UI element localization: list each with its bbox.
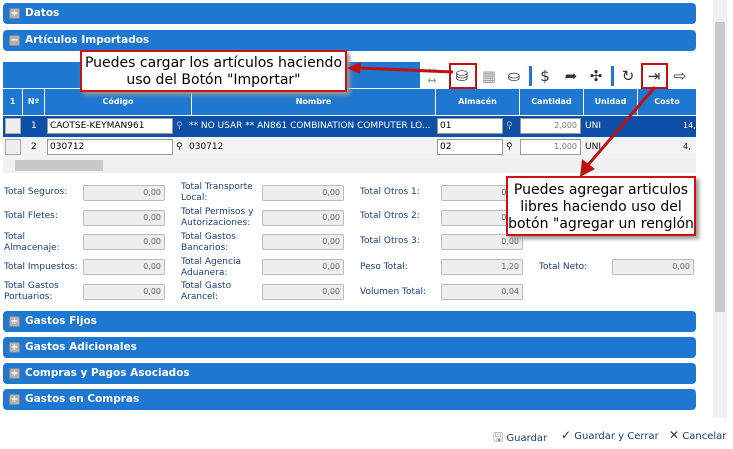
collapse-icon: − xyxy=(9,35,20,46)
total-permisos-field: 0,00 xyxy=(262,210,344,226)
scrollbar-thumb[interactable] xyxy=(715,22,725,312)
section-datos[interactable]: + Datos xyxy=(3,3,696,24)
section-gastos-adicionales[interactable]: + Gastos Adicionales xyxy=(3,337,696,358)
total-fletes-field: 0,00 xyxy=(83,210,165,226)
total-neto-field: 0,00 xyxy=(612,259,694,275)
check-icon: ✓ xyxy=(561,428,572,442)
expand-icon: + xyxy=(9,368,20,379)
vertical-scrollbar[interactable] xyxy=(713,0,727,418)
grid-icon[interactable]: ▦ xyxy=(480,66,498,86)
col-header[interactable]: Nº xyxy=(23,89,45,115)
scrollbar-thumb[interactable] xyxy=(15,160,103,171)
label: Total Gastos Portuarios: xyxy=(4,281,59,302)
puzzle-icon[interactable]: ✣ xyxy=(587,66,605,86)
total-bancarios-field: 0,00 xyxy=(262,234,344,250)
codigo-input[interactable]: CAOTSE-KEYMAN961 xyxy=(47,118,173,134)
costo-text: 4, xyxy=(683,142,691,151)
search-icon[interactable]: ⚲ xyxy=(506,142,513,152)
almacen-input[interactable]: 02 xyxy=(437,139,503,155)
save-close-button[interactable]: ✓ Guardar y Cerrar xyxy=(561,428,659,442)
save-icon: 🖫 xyxy=(493,430,504,444)
label: Total Otros 3: xyxy=(360,236,420,246)
arrow-importar xyxy=(347,62,454,74)
label: Total Impuestos: xyxy=(4,262,78,272)
col-header[interactable]: Almacén xyxy=(436,89,520,115)
dollar-icon[interactable]: $ xyxy=(536,66,554,86)
save-label: Guardar xyxy=(506,433,548,444)
row-number: 2 xyxy=(31,142,37,152)
section-title: Gastos Adicionales xyxy=(25,341,137,353)
nombre-text: 030712 xyxy=(189,142,224,152)
expand-icon: + xyxy=(9,8,20,19)
row-checkbox[interactable] xyxy=(5,118,21,134)
row-number: 1 xyxy=(31,121,37,131)
label: Total Otros 1: xyxy=(360,187,420,197)
almacen-input[interactable]: 01 xyxy=(437,118,503,134)
label: Total Almacenaje: xyxy=(4,232,60,253)
database-icon[interactable]: ⛀ xyxy=(505,66,523,86)
arrow-agregar xyxy=(580,86,657,177)
label: Total Gasto Arancel: xyxy=(181,281,232,302)
total-arancel-field: 0,00 xyxy=(262,284,344,300)
col-header[interactable]: Código xyxy=(45,89,192,115)
search-icon[interactable]: ⚲ xyxy=(506,121,513,131)
search-icon[interactable]: ⚲ xyxy=(176,121,183,131)
section-compras-pagos[interactable]: + Compras y Pagos Asociados xyxy=(3,363,696,384)
codigo-input[interactable]: 030712 xyxy=(47,139,173,155)
section-title: Artículos Importados xyxy=(25,34,150,46)
row-checkbox[interactable] xyxy=(5,139,21,155)
callout-importar: Puedes cargar los artículos haciendo uso… xyxy=(80,50,347,92)
total-seguros-field: 0,00 xyxy=(83,185,165,201)
label: Total Otros 2: xyxy=(360,211,420,221)
label: Total Agencia Aduanera: xyxy=(181,257,241,278)
cancel-button[interactable]: ✕ Cancelar xyxy=(669,428,726,442)
col-header[interactable]: 1 xyxy=(3,89,23,115)
expand-icon: + xyxy=(9,394,20,405)
label: Total Gastos Bancarios: xyxy=(181,232,236,253)
section-articulos[interactable]: − Artículos Importados xyxy=(3,30,696,51)
section-gastos-fijos[interactable]: + Gastos Fijos xyxy=(3,311,696,332)
total-aduanera-field: 0,00 xyxy=(262,259,344,275)
callout-agregar: Puedes agregar articulos libres haciendo… xyxy=(506,176,696,236)
label: Peso Total: xyxy=(360,262,408,272)
total-otros3-field: 0,00 xyxy=(441,234,523,250)
share-arrow-icon[interactable]: ➦ xyxy=(562,66,580,86)
label: Total Permisos y Autorizaciones: xyxy=(181,207,254,228)
section-title: Compras y Pagos Asociados xyxy=(25,367,190,379)
expand-icon: + xyxy=(9,316,20,327)
section-title: Gastos Fijos xyxy=(25,315,97,327)
export-icon[interactable]: ⇨ xyxy=(671,66,689,86)
total-transporte-field: 0,00 xyxy=(262,185,344,201)
close-icon: ✕ xyxy=(669,428,680,442)
section-gastos-compras[interactable]: + Gastos en Compras xyxy=(3,389,696,410)
costo-text: 14, xyxy=(683,121,696,130)
label: Total Transporte Local: xyxy=(181,182,253,203)
label: Total Fletes: xyxy=(4,211,58,221)
label: Volumen Total: xyxy=(360,287,427,297)
cancel-label: Cancelar xyxy=(682,431,727,442)
total-portuarios-field: 0,00 xyxy=(83,284,165,300)
save-close-label: Guardar y Cerrar xyxy=(574,431,659,442)
nombre-text: ** NO USAR ** AN861 COMBINATION COMPUTER… xyxy=(189,121,431,131)
label: Total Neto: xyxy=(539,262,588,272)
refresh-icon[interactable]: ↻ xyxy=(619,66,637,86)
total-impuestos-field: 0,00 xyxy=(83,259,165,275)
section-title: Datos xyxy=(25,7,60,19)
search-icon[interactable]: ⚲ xyxy=(176,142,183,152)
peso-total-field: 1,20 xyxy=(441,259,523,275)
volumen-total-field: 0,04 xyxy=(441,284,523,300)
label: Total Seguros: xyxy=(4,187,68,197)
total-almacenaje-field: 0,00 xyxy=(83,234,165,250)
section-title: Gastos en Compras xyxy=(25,393,140,405)
col-header[interactable]: Nombre xyxy=(192,89,436,115)
expand-icon: + xyxy=(9,342,20,353)
